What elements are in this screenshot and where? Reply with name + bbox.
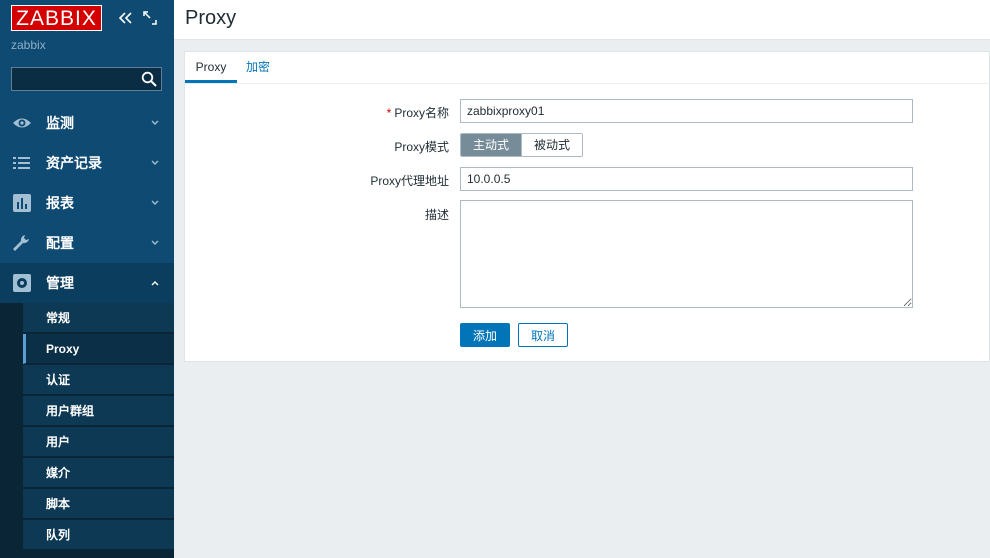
admin-submenu: 常规 Proxy 认证 用户群组 用户 媒介 脚本 队列 (0, 303, 174, 558)
tab-bar: Proxy 加密 (185, 52, 990, 84)
chevron-down-icon (151, 160, 159, 165)
submenu-item-queue[interactable]: 队列 (23, 520, 174, 550)
submenu-item-general[interactable]: 常规 (23, 303, 174, 333)
page-header: Proxy (174, 0, 990, 40)
cancel-button[interactable]: 取消 (518, 323, 569, 347)
chevron-down-icon (151, 120, 159, 125)
description-textarea[interactable] (460, 200, 913, 308)
collapse-sidebar-icon[interactable] (117, 10, 133, 26)
chevron-up-icon (151, 281, 159, 286)
zabbix-logo[interactable]: ZABBIX (11, 5, 102, 31)
submenu-item-users[interactable]: 用户 (23, 427, 174, 457)
proxy-address-input[interactable] (460, 167, 913, 191)
proxy-mode-toggle: 主动式 被动式 (460, 133, 584, 157)
kiosk-mode-icon[interactable] (143, 11, 157, 25)
proxy-name-label: * Proxy名称 (386, 106, 449, 120)
menu-item-administration[interactable]: 管理 (0, 263, 174, 303)
menu-item-inventory[interactable]: 资产记录 (0, 143, 174, 183)
submenu-item-media[interactable]: 媒介 (23, 458, 174, 488)
description-label: 描述 (424, 208, 449, 222)
sidebar-search-input[interactable] (11, 67, 162, 91)
proxy-mode-label: Proxy模式 (394, 140, 449, 154)
mode-passive-button[interactable]: 被动式 (521, 134, 583, 156)
tab-proxy[interactable]: Proxy (185, 52, 237, 83)
required-mark: * (386, 106, 392, 120)
page-title: Proxy (185, 7, 237, 29)
menu-item-configuration[interactable]: 配置 (0, 223, 174, 263)
submenu-item-authentication[interactable]: 认证 (23, 365, 174, 395)
eye-icon (13, 118, 31, 128)
menu-label: 报表 (46, 195, 74, 211)
menu-label: 监测 (46, 115, 74, 131)
chevron-down-icon (151, 200, 159, 205)
bar-chart-icon (13, 194, 31, 212)
menu-item-reports[interactable]: 报表 (0, 183, 174, 223)
list-icon (13, 157, 30, 169)
gear-icon (13, 274, 31, 292)
submenu-item-proxy[interactable]: Proxy (23, 334, 174, 364)
proxy-form-panel: Proxy 加密 *Proxy名称 Proxy模式 主动式 被动式 Proxy代… (184, 51, 990, 362)
server-name: zabbix (11, 38, 46, 52)
proxy-name-input[interactable] (460, 99, 913, 123)
tab-encryption[interactable]: 加密 (246, 52, 270, 83)
submenu-item-user-groups[interactable]: 用户群组 (23, 396, 174, 426)
chevron-down-icon (151, 240, 159, 245)
search-icon[interactable] (141, 71, 157, 87)
menu-item-monitoring[interactable]: 监测 (0, 103, 174, 143)
proxy-address-label: Proxy代理地址 (370, 174, 449, 188)
menu-label: 资产记录 (46, 155, 102, 171)
wrench-icon (13, 235, 29, 251)
mode-active-button[interactable]: 主动式 (461, 134, 522, 156)
sidebar: ZABBIX zabbix 监测 资产记录 报表 配置 管理 常规 Proxy … (0, 0, 174, 558)
submenu-item-scripts[interactable]: 脚本 (23, 489, 174, 519)
menu-label: 配置 (46, 235, 74, 251)
add-button[interactable]: 添加 (460, 323, 511, 347)
menu-label: 管理 (46, 275, 74, 291)
